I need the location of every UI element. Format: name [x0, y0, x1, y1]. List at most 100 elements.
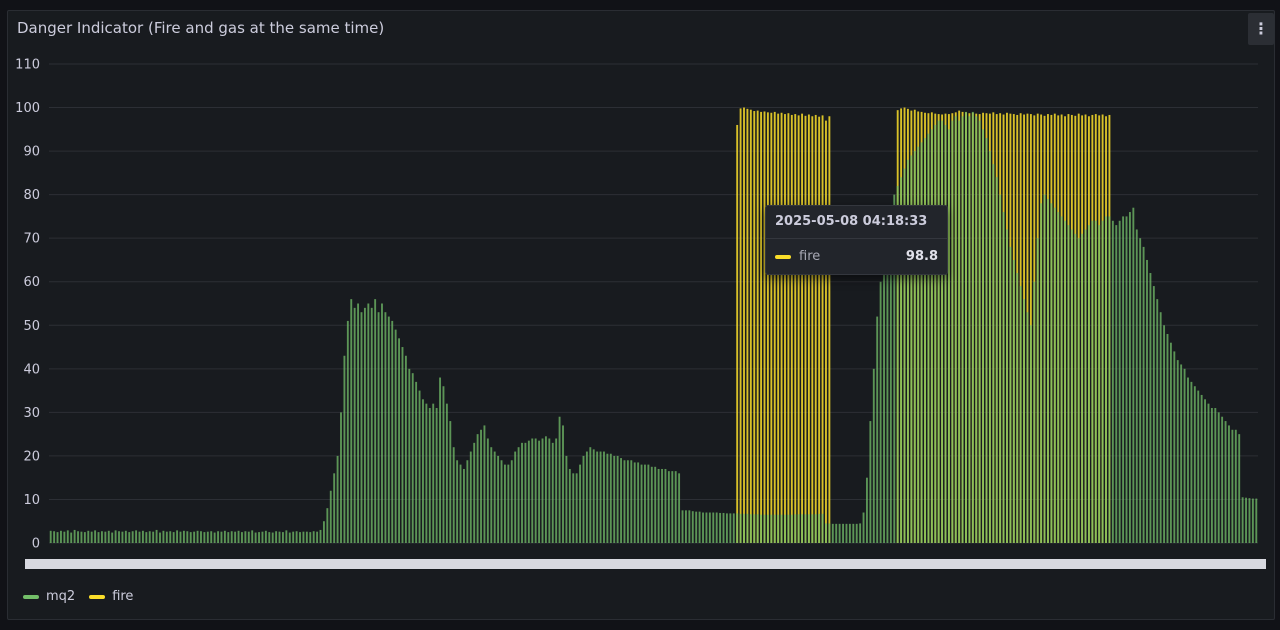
bar-mq2 [476, 434, 479, 543]
bar-mq2 [1074, 233, 1077, 543]
bar-mq2 [763, 514, 766, 543]
bar-mq2 [213, 532, 216, 543]
bar-mq2 [1122, 216, 1125, 543]
bar-mq2 [394, 329, 397, 543]
bar-mq2 [56, 532, 59, 543]
bar-mq2 [866, 477, 868, 543]
bar-mq2 [217, 531, 219, 543]
y-tick-label: 80 [23, 188, 40, 203]
bar-mq2 [1081, 233, 1084, 543]
bar-mq2 [592, 449, 595, 543]
bar-mq2 [53, 531, 56, 543]
bar-mq2 [100, 531, 103, 543]
legend-swatch-mq2 [23, 594, 39, 599]
bar-mq2 [118, 531, 120, 543]
bar-mq2 [954, 116, 957, 543]
bar-mq2 [1176, 360, 1179, 543]
legend: mq2 fire [23, 589, 133, 604]
bar-mq2 [633, 462, 636, 543]
bar-mq2 [135, 530, 138, 543]
bar-mq2 [743, 513, 745, 543]
bar-mq2 [80, 531, 83, 543]
y-tick-label: 50 [23, 319, 40, 334]
bar-mq2 [1006, 229, 1008, 544]
bar-mq2 [999, 194, 1002, 544]
bar-mq2 [667, 471, 670, 543]
bar-mq2 [1029, 325, 1032, 543]
bar-mq2 [585, 451, 588, 543]
bar-mq2 [70, 532, 73, 543]
time-series-chart[interactable]: 0 10 20 30 40 50 60 70 80 90 100 110 [8, 11, 1274, 619]
bar-mq2 [770, 514, 773, 543]
bar-mq2 [408, 368, 411, 543]
bar-mq2 [1142, 246, 1145, 543]
bar-fire [814, 114, 817, 543]
bar-mq2 [524, 442, 527, 543]
bar-mq2 [1248, 498, 1251, 543]
bar-mq2 [1067, 225, 1070, 544]
legend-item-fire[interactable]: fire [89, 589, 133, 604]
bar-mq2 [363, 307, 366, 543]
bar-mq2 [425, 403, 428, 543]
bar-mq2 [975, 116, 978, 543]
bar-mq2 [1084, 229, 1087, 544]
bar-mq2 [121, 531, 124, 543]
bar-mq2 [309, 532, 312, 543]
bar-mq2 [517, 447, 520, 543]
bar-fire [753, 111, 756, 544]
bar-mq2 [1043, 194, 1046, 544]
bar-mq2 [773, 514, 776, 543]
bar-mq2 [138, 531, 141, 543]
bar-mq2 [497, 455, 500, 543]
bar-fire [766, 112, 769, 544]
bar-mq2 [360, 312, 363, 543]
bar-mq2 [162, 530, 165, 543]
bar-mq2 [247, 531, 250, 543]
bar-mq2 [644, 464, 646, 543]
bar-mq2 [241, 532, 243, 543]
bar-mq2 [527, 440, 530, 543]
bar-fire [743, 107, 745, 543]
bar-mq2 [1002, 212, 1005, 543]
bar-mq2 [370, 307, 373, 543]
bar-mq2 [930, 129, 933, 543]
bar-mq2 [825, 523, 827, 543]
bar-mq2 [107, 530, 110, 543]
bar-fire [804, 115, 807, 543]
bar-mq2 [94, 530, 97, 543]
bar-mq2 [77, 531, 79, 543]
legend-item-mq2[interactable]: mq2 [23, 589, 75, 604]
bar-fire [770, 112, 773, 544]
bar-mq2 [951, 120, 954, 543]
bar-mq2 [1135, 229, 1138, 544]
bar-mq2 [650, 466, 653, 543]
bar-mq2 [855, 523, 858, 543]
bar-mq2 [1207, 403, 1210, 543]
bar-mq2 [780, 514, 783, 543]
bar-mq2 [268, 532, 271, 543]
bar-mq2 [924, 138, 926, 543]
bar-mq2 [1036, 238, 1039, 543]
bar-mq2 [1228, 425, 1230, 543]
bar-mq2 [626, 460, 629, 543]
bar-mq2 [264, 530, 267, 543]
bar-mq2 [346, 320, 349, 543]
bar-fire [787, 113, 790, 543]
bar-mq2 [613, 455, 616, 543]
bar-mq2 [715, 512, 718, 543]
bar-mq2 [794, 514, 797, 543]
bar-mq2 [637, 462, 640, 543]
bar-mq2 [947, 129, 950, 543]
bar-mq2 [551, 442, 554, 543]
bar-mq2 [623, 460, 626, 543]
bar-mq2 [428, 408, 431, 543]
bar-mq2 [66, 530, 69, 543]
bar-mq2 [1094, 220, 1097, 543]
bar-mq2 [760, 514, 763, 543]
bar-mq2 [398, 338, 401, 543]
bar-mq2 [920, 142, 923, 543]
tooltip-timestamp: 2025-05-08 04:18:33 [775, 214, 928, 229]
bar-mq2 [883, 255, 885, 543]
bar-mq2 [698, 511, 701, 543]
bar-mq2 [681, 510, 684, 543]
